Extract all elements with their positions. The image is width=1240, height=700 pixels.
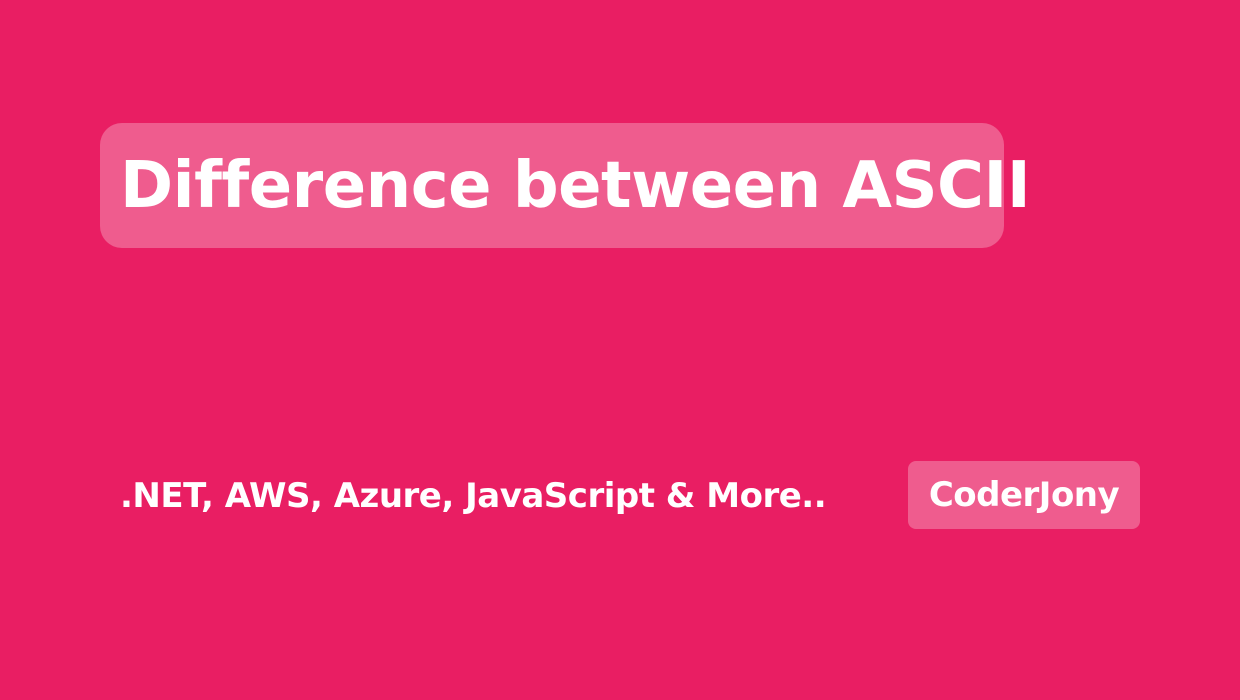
brand-name: CoderJony xyxy=(928,475,1120,515)
title-banner: Difference between ASCII xyxy=(100,123,1031,248)
brand-badge: CoderJony xyxy=(908,461,1140,529)
page-title: Difference between ASCII xyxy=(120,148,1031,223)
tagline: .NET, AWS, Azure, JavaScript & More.. xyxy=(120,476,827,516)
